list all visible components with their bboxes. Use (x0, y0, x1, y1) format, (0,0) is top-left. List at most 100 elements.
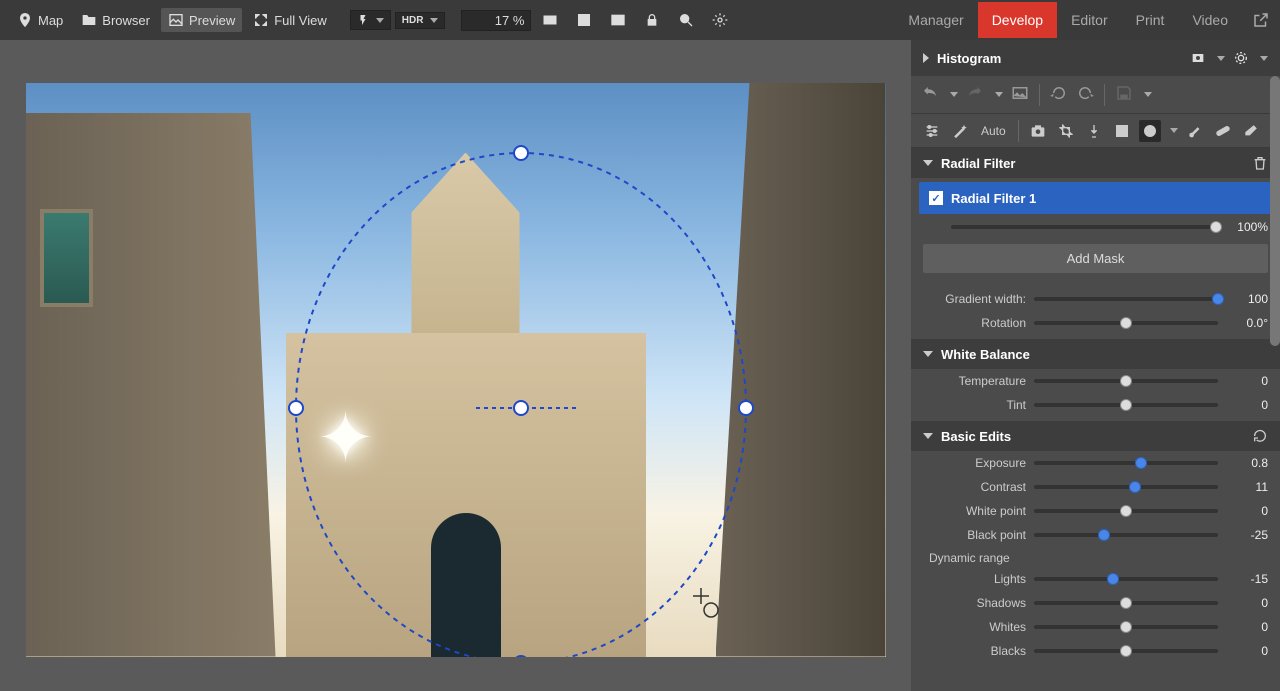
external-window-icon[interactable] (1252, 11, 1270, 29)
bandage-icon (1215, 123, 1231, 139)
chevron-down-icon[interactable] (995, 92, 1003, 97)
preview-button[interactable]: Preview (161, 8, 242, 32)
add-mask-button[interactable]: Add Mask (923, 244, 1268, 273)
tab-editor[interactable]: Editor (1057, 2, 1122, 38)
rotate-left-icon (1050, 84, 1068, 102)
trash-icon[interactable] (1252, 155, 1268, 171)
camera-tool[interactable] (1027, 120, 1049, 142)
history-action-row (911, 76, 1280, 114)
panel-scrollbar[interactable] (1270, 76, 1280, 346)
exposure-value[interactable]: 0.8 (1226, 456, 1268, 470)
rotate-left-button[interactable] (1050, 84, 1068, 105)
mask-opacity-value: 100% (1226, 220, 1268, 234)
brush-icon (1187, 123, 1203, 139)
adjustments-tool[interactable] (921, 120, 943, 142)
basic-edits-header[interactable]: Basic Edits (911, 421, 1280, 451)
brush-tool[interactable] (1184, 120, 1206, 142)
save-icon (1115, 84, 1133, 102)
histogram-section-header[interactable]: Histogram (911, 40, 1280, 76)
mask-opacity-slider[interactable] (951, 225, 1216, 229)
zoom-fit-button[interactable] (569, 8, 599, 32)
rotation-value[interactable]: 0.0° (1226, 316, 1268, 330)
tab-print[interactable]: Print (1122, 2, 1179, 38)
tint-label: Tint (911, 398, 1026, 412)
undo-button[interactable] (921, 84, 939, 105)
radial-filter-head-label: Radial Filter (941, 156, 1015, 171)
temperature-value[interactable]: 0 (1226, 374, 1268, 388)
white-balance-header[interactable]: White Balance (911, 339, 1280, 369)
chevron-down-icon[interactable] (1144, 92, 1152, 97)
circle-icon (1142, 123, 1158, 139)
save-button[interactable] (1115, 84, 1133, 105)
fullview-label: Full View (274, 13, 327, 28)
exposure-slider[interactable] (1034, 461, 1218, 465)
lights-slider[interactable] (1034, 577, 1218, 581)
tint-slider[interactable] (1034, 403, 1218, 407)
contrast-slider[interactable] (1034, 485, 1218, 489)
radial-filter-1-item[interactable]: ✓ Radial Filter 1 (919, 182, 1272, 214)
rotation-slider[interactable] (1034, 321, 1218, 325)
chevron-down-icon (923, 160, 933, 166)
tab-manager[interactable]: Manager (894, 2, 977, 38)
undo-icon (921, 84, 939, 102)
contrast-row: Contrast 11 (911, 475, 1280, 499)
eraser-icon (1243, 123, 1259, 139)
spot-tool[interactable] (1083, 120, 1105, 142)
crop-tool[interactable] (1055, 120, 1077, 142)
whites-value[interactable]: 0 (1226, 620, 1268, 634)
blacks-value[interactable]: 0 (1226, 644, 1268, 658)
histogram-mode-icon[interactable] (1190, 50, 1206, 66)
auto-button[interactable]: Auto (977, 124, 1010, 138)
chevron-down-icon[interactable] (950, 92, 958, 97)
gradient-width-slider[interactable] (1034, 297, 1218, 301)
blackpoint-slider[interactable] (1034, 533, 1218, 537)
whitepoint-value[interactable]: 0 (1226, 504, 1268, 518)
rotate-right-button[interactable] (1076, 84, 1094, 105)
zoom-1to1-button[interactable]: 1:1 (535, 8, 565, 32)
whites-slider[interactable] (1034, 625, 1218, 629)
histogram-settings-icon[interactable] (1233, 50, 1249, 66)
hdr-dropdown[interactable]: HDR (395, 12, 446, 29)
fit-icon (576, 12, 592, 28)
filter-enabled-checkbox[interactable]: ✓ (929, 191, 943, 205)
whitepoint-slider[interactable] (1034, 509, 1218, 513)
shadows-slider[interactable] (1034, 601, 1218, 605)
blacks-slider[interactable] (1034, 649, 1218, 653)
map-button[interactable]: Map (10, 8, 70, 32)
pen-icon (1086, 123, 1102, 139)
image-canvas[interactable] (0, 40, 911, 691)
lock-button[interactable] (637, 8, 667, 32)
retouch-tool[interactable] (1212, 120, 1234, 142)
tint-value[interactable]: 0 (1226, 398, 1268, 412)
settings-gear-button[interactable] (705, 8, 735, 32)
gradient-tool[interactable] (1111, 120, 1133, 142)
develop-tools-row: Auto (911, 114, 1280, 148)
chevron-down-icon (1170, 128, 1178, 133)
radial-filter-tool[interactable] (1139, 120, 1161, 142)
fullview-button[interactable]: Full View (246, 8, 334, 32)
radial-filter-header[interactable]: Radial Filter (911, 148, 1280, 178)
lights-value[interactable]: -15 (1226, 572, 1268, 586)
gradient-width-value[interactable]: 100 (1226, 292, 1268, 306)
whites-row: Whites 0 (911, 615, 1280, 639)
tab-video[interactable]: Video (1178, 2, 1242, 38)
crop-overlay-button[interactable] (671, 8, 701, 32)
tab-develop[interactable]: Develop (978, 2, 1057, 38)
browser-button[interactable]: Browser (74, 8, 157, 32)
camera-icon (1030, 123, 1046, 139)
temperature-slider[interactable] (1034, 379, 1218, 383)
erase-tool[interactable] (1240, 120, 1262, 142)
contrast-value[interactable]: 11 (1226, 480, 1268, 494)
blackpoint-value[interactable]: -25 (1226, 528, 1268, 542)
magic-tool[interactable] (949, 120, 971, 142)
flash-dropdown[interactable] (350, 10, 391, 30)
zoom-input[interactable]: 17 % (461, 10, 531, 31)
filter-name-label: Radial Filter 1 (951, 191, 1036, 206)
crop-zoom-icon (678, 12, 694, 28)
shadows-value[interactable]: 0 (1226, 596, 1268, 610)
redo-button[interactable] (966, 84, 984, 105)
compare-button[interactable] (1011, 84, 1029, 105)
gradient-width-row: Gradient width: 100 (911, 287, 1280, 311)
dual-view-button[interactable] (603, 8, 633, 32)
reset-icon[interactable] (1252, 428, 1268, 444)
